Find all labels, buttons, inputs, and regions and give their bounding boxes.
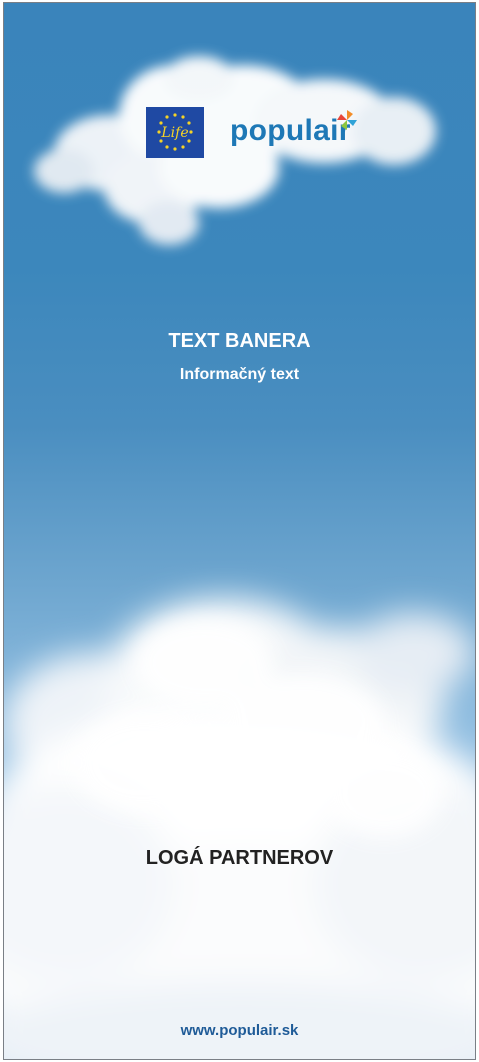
pinwheel-icon	[337, 110, 357, 130]
partner-logos-placeholder: LOGÁ PARTNEROV	[145, 847, 334, 869]
website-link[interactable]: www.populair.sk	[4, 1021, 475, 1041]
eu-life-text: Life	[160, 125, 188, 141]
sky-clouds-background	[4, 56, 475, 1059]
rollup-banner: Life populair TEXT BANERA Informačný tex…	[3, 2, 476, 1060]
logo-area: Life populair	[146, 107, 364, 161]
eu-life-logo: Life	[146, 107, 204, 158]
brand-name: populair	[230, 114, 351, 147]
banner-subtitle: Informačný text	[179, 366, 300, 383]
banner-title: TEXT BANERA	[168, 330, 311, 352]
